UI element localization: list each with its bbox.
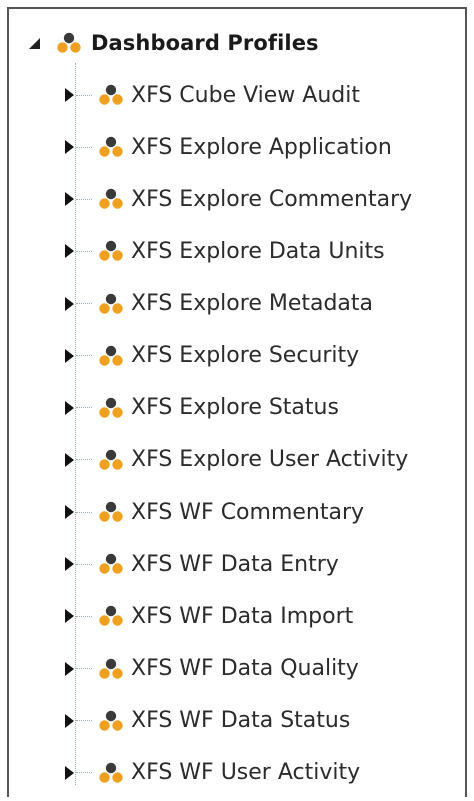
tree-node-label: XFS WF Data Quality xyxy=(131,656,359,682)
tree-node-xfs-explore-commentary[interactable]: XFS Explore Commentary xyxy=(9,175,469,227)
tree-node-xfs-wf-data-quality[interactable]: XFS WF Data Quality xyxy=(9,645,469,697)
tree-node-xfs-wf-commentary[interactable]: XFS WF Commentary xyxy=(9,488,469,540)
expand-arrow-icon[interactable] xyxy=(65,88,74,102)
tree-node-label: XFS WF Data Import xyxy=(131,603,354,629)
dashboard-profile-icon xyxy=(99,345,123,366)
expand-arrow-icon[interactable] xyxy=(65,557,74,572)
tree-connector xyxy=(76,355,92,357)
tree-root-label: Dashboard Profiles xyxy=(91,31,319,55)
tree-node-xfs-explore-user-activity[interactable]: XFS Explore User Activity xyxy=(9,436,469,488)
expand-arrow-icon[interactable] xyxy=(65,661,74,676)
tree-node-xfs-wf-data-status[interactable]: XFS WF Data Status xyxy=(9,697,469,749)
tree-node-dashboard-profiles[interactable]: Dashboard Profiles xyxy=(29,26,319,60)
tree-node-xfs-explore-application[interactable]: XFS Explore Application xyxy=(9,123,469,175)
collapse-arrow-icon[interactable] xyxy=(29,37,40,49)
tree-connector xyxy=(76,563,92,565)
tree-node-xfs-cube-view-audit[interactable]: XFS Cube View Audit xyxy=(9,71,469,123)
dashboard-profile-icon xyxy=(99,189,123,209)
expand-arrow-icon[interactable] xyxy=(65,140,74,155)
dashboard-profile-icon xyxy=(99,710,123,731)
tree-node-label: XFS Explore Commentary xyxy=(131,186,413,212)
tree-node-xfs-explore-data-units[interactable]: XFS Explore Data Units xyxy=(9,227,469,279)
tree-connector xyxy=(76,94,92,96)
tree-node-label: XFS Explore Status xyxy=(131,395,339,421)
tree-node-xfs-explore-metadata[interactable]: XFS Explore Metadata xyxy=(9,280,469,332)
tree-node-label: XFS WF Data Status xyxy=(131,708,351,734)
tree-node-label: XFS Explore Application xyxy=(131,134,392,160)
expand-arrow-icon[interactable] xyxy=(65,713,74,728)
tree-node-label: XFS Explore Metadata xyxy=(131,291,374,317)
dashboard-profile-icon xyxy=(99,606,123,627)
expand-arrow-icon[interactable] xyxy=(65,348,74,363)
tree-node-label: XFS Explore Data Units xyxy=(131,238,385,264)
tree-connector xyxy=(76,615,92,617)
tree-connector xyxy=(76,720,92,722)
tree-node-xfs-explore-status[interactable]: XFS Explore Status xyxy=(9,384,469,436)
expand-arrow-icon[interactable] xyxy=(65,400,74,415)
dashboard-profile-icon xyxy=(57,32,81,53)
dashboard-profile-icon xyxy=(99,397,123,418)
expand-arrow-icon[interactable] xyxy=(65,609,74,624)
expand-arrow-icon[interactable] xyxy=(65,505,74,520)
tree-node-xfs-wf-data-import[interactable]: XFS WF Data Import xyxy=(9,592,469,644)
tree-connector xyxy=(76,459,92,461)
expand-arrow-icon[interactable] xyxy=(65,244,74,259)
dashboard-profile-icon xyxy=(99,449,123,470)
tree-node-label: XFS Cube View Audit xyxy=(131,82,360,108)
expand-arrow-icon[interactable] xyxy=(65,765,74,780)
tree-connector xyxy=(76,303,92,305)
tree-connector xyxy=(76,772,92,774)
dashboard-profile-icon xyxy=(99,293,123,314)
tree-node-xfs-wf-data-entry[interactable]: XFS WF Data Entry xyxy=(9,540,469,592)
dashboard-profile-icon xyxy=(99,84,123,105)
dashboard-profile-icon xyxy=(99,136,123,157)
tree-children: XFS Cube View Audit XFS Explore Applicat… xyxy=(9,71,469,801)
dashboard-profile-icon xyxy=(99,762,123,783)
expand-arrow-icon[interactable] xyxy=(65,452,74,467)
expand-arrow-icon[interactable] xyxy=(65,192,74,207)
dashboard-profile-icon xyxy=(99,554,123,574)
tree-node-label: XFS WF Commentary xyxy=(131,499,365,525)
dashboard-profile-icon xyxy=(99,241,123,262)
tree-connector xyxy=(76,146,92,148)
tree-connector xyxy=(76,668,92,670)
tree-node-xfs-wf-user-activity[interactable]: XFS WF User Activity xyxy=(9,749,469,801)
tree-node-label: XFS Explore Security xyxy=(131,343,360,369)
dashboard-profile-icon xyxy=(99,501,123,522)
tree-node-label: XFS WF User Activity xyxy=(131,760,361,786)
tree-node-xfs-explore-security[interactable]: XFS Explore Security xyxy=(9,332,469,384)
tree-panel: Dashboard Profiles XFS Cube View Audit X… xyxy=(7,7,467,797)
tree-connector xyxy=(76,511,92,513)
tree-connector xyxy=(76,250,92,252)
expand-arrow-icon[interactable] xyxy=(65,296,74,311)
tree-node-label: XFS Explore User Activity xyxy=(131,447,409,473)
dashboard-profile-icon xyxy=(99,658,123,679)
tree-node-label: XFS WF Data Entry xyxy=(131,551,339,577)
tree-connector xyxy=(76,198,92,200)
tree-connector xyxy=(76,407,92,409)
